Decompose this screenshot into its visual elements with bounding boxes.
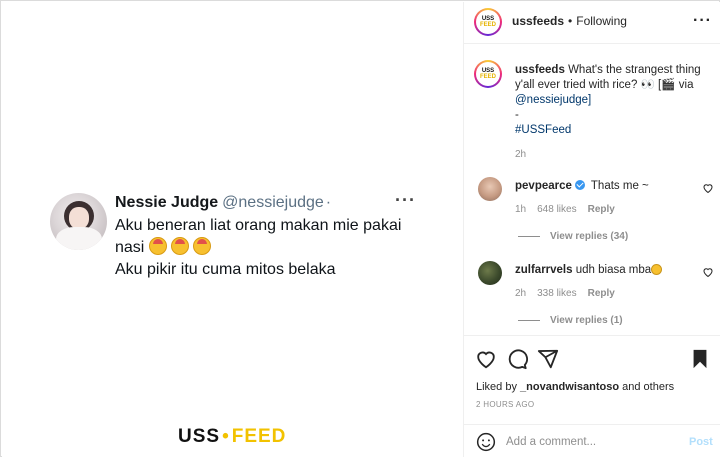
comment-text: udh biasa mba [575,264,652,276]
tweet-body: Aku beneran liat orang makan mie pakai n… [115,215,420,281]
brand-uss: USS [178,426,221,447]
comment-username[interactable]: zulfarrvels [515,264,573,276]
caption-dash: - [515,109,519,121]
post-image: Nessie Judge @nessiejudge · ··· Aku benera… [2,2,463,457]
add-comment-bar: Post [464,424,720,457]
comment-meta: 1h 648 likes Reply [515,204,626,215]
tweet-author-name: Nessie Judge [115,194,219,211]
emoji-smile-icon[interactable] [476,432,496,452]
liked-by-text: Liked by _novandwisantoso and others [476,381,674,393]
tweet-avatar [50,193,107,250]
liked-by-prefix: Liked by [476,381,517,393]
replies-dash [518,319,540,321]
tweet-author-handle: @nessiejudge [222,194,324,211]
account-avatar[interactable]: USS FEED [474,8,502,36]
view-replies-label: View replies (34) [550,231,629,242]
following-button[interactable]: Following [576,14,627,28]
caption-time[interactable]: 2h [515,149,526,160]
verified-badge-icon [574,180,585,190]
comment-reply-button[interactable]: Reply [588,204,615,215]
uss-feed-watermark: USS • FEED [178,426,286,448]
comment-meta: 2h 338 likes Reply [515,288,626,299]
replies-dash [518,235,540,237]
sad-face-emoji-icon [651,264,663,275]
comment-likes[interactable]: 648 likes [537,204,576,215]
view-replies-button[interactable]: View replies (1) [518,315,623,326]
caption-username[interactable]: ussfeeds [515,64,565,76]
post-header: USS FEED ussfeeds • Following ··· [464,2,720,44]
post-timestamp[interactable]: 2 HOURS AGO [476,400,534,409]
header-separator: • [568,14,573,28]
tweet-dot: · [325,194,332,211]
comment-line: pevpearce Thats me ~ [515,180,649,192]
like-comment-heart-icon[interactable] [702,182,714,194]
save-bookmark-icon[interactable] [689,348,711,370]
comment-time[interactable]: 2h [515,288,526,299]
view-replies-button[interactable]: View replies (34) [518,231,628,242]
like-heart-icon[interactable] [475,348,497,370]
post-sidebar: USS FEED ussfeeds • Following ··· USS FEED u… [463,2,720,457]
more-options-icon[interactable]: ··· [693,12,712,30]
header-user: ussfeeds • Following [512,14,627,28]
header-username[interactable]: ussfeeds [512,14,564,28]
comment-username[interactable]: pevpearce [515,180,572,192]
exploding-head-emoji-icon [192,237,211,255]
tweet-line-1: Aku beneran liat orang makan mie pakai n… [115,215,420,259]
caption-account-avatar[interactable]: USS FEED [474,60,502,88]
comment-reply-button[interactable]: Reply [588,288,615,299]
post-comment-button[interactable]: Post [689,436,713,448]
tweet-line-2: Aku pikir itu cuma mitos belaka [115,261,336,278]
logo-text-bottom: FEED [479,74,496,80]
caption-hashtag[interactable]: #USSFeed [515,124,571,136]
commenter-avatar[interactable] [478,177,502,201]
caption-text: ussfeeds What's the strangest thing y'al… [515,63,720,138]
tweet-header: Nessie Judge @nessiejudge · [115,194,331,212]
liked-by-others[interactable]: and others [622,381,674,393]
add-comment-input[interactable] [506,434,676,450]
comment-time[interactable]: 1h [515,204,526,215]
share-paper-plane-icon[interactable] [537,348,559,370]
comment-text: Thats me ~ [590,180,649,192]
exploding-head-emoji-icon [170,237,189,255]
view-replies-label: View replies (1) [550,315,623,326]
comment-line: zulfarrvels udh biasa mba [515,264,663,276]
comment-bubble-icon[interactable] [506,348,528,370]
comment-likes[interactable]: 338 likes [537,288,576,299]
logo-text-bottom: FEED [479,22,496,28]
liked-by-user[interactable]: _novandwisantoso [520,381,619,393]
exploding-head-emoji-icon [148,237,167,255]
caption-mention[interactable]: @nessiejudge] [515,94,591,106]
tweet-more-icon: ··· [395,190,416,210]
brand-separator: • [222,426,230,447]
brand-feed: FEED [231,426,287,447]
post-frame: Nessie Judge @nessiejudge · ··· Aku benera… [0,0,720,457]
commenter-avatar[interactable] [478,261,502,285]
post-actions: Liked by _novandwisantoso and others 2 H… [464,335,720,457]
like-comment-heart-icon[interactable] [702,266,714,278]
